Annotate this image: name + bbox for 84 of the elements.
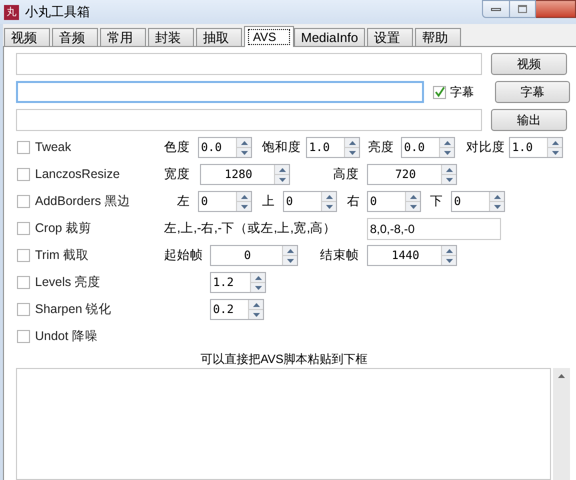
param-label: 左,上,-右,-下（或左,上,宽,高） [164, 220, 338, 238]
spin-arrows-icon [441, 165, 456, 184]
spin-box[interactable]: 0 [198, 191, 252, 212]
checkbox[interactable] [17, 222, 30, 235]
spin-box[interactable]: 0.0 [401, 137, 455, 158]
spin-box[interactable]: 0 [451, 191, 505, 212]
spin-arrows-icon [344, 138, 359, 157]
maximize-button[interactable] [510, 0, 536, 18]
filter-label: Levels 亮度 [35, 274, 101, 292]
path-field[interactable] [16, 81, 424, 103]
checkbox[interactable] [17, 330, 30, 343]
spin-box[interactable]: 1.0 [306, 137, 360, 158]
spin-arrows-icon [282, 246, 297, 265]
button[interactable]: 字幕 [494, 81, 570, 103]
param-label: 右 [347, 193, 361, 210]
checkbox[interactable] [17, 141, 30, 154]
button[interactable]: 视频 [491, 53, 567, 75]
param-label: 起始帧 [164, 247, 204, 264]
param-label: 上 [262, 193, 276, 210]
spin-box[interactable]: 0 [367, 191, 421, 212]
tab[interactable]: 音频 [52, 28, 98, 46]
spin-arrows-icon [439, 138, 454, 157]
spin-arrows-icon [236, 138, 251, 157]
checkbox[interactable] [17, 303, 30, 316]
spin-box[interactable]: 720 [367, 164, 457, 185]
spin-box[interactable]: 0.0 [198, 137, 252, 158]
checkbox[interactable] [17, 276, 30, 289]
checkbox[interactable] [17, 249, 30, 262]
filter-label: AddBorders 黑边 [35, 193, 130, 210]
spin-arrows-icon [321, 192, 336, 211]
filter-label: Sharpen 锐化 [35, 301, 112, 318]
spin-box[interactable]: 0 [283, 191, 337, 212]
scrollbar[interactable] [553, 368, 570, 480]
param-label: 高度 [333, 166, 360, 184]
spin-arrows-icon [250, 273, 265, 292]
param-label: 对比度 [466, 139, 506, 156]
tab[interactable]: 常用 [100, 28, 146, 46]
hint-text: 可以直接把AVS脚本粘贴到下框 [199, 352, 369, 367]
spin-box[interactable]: 1280 [200, 164, 290, 185]
spin-arrows-icon [405, 192, 420, 211]
scroll-up-icon[interactable] [558, 374, 566, 378]
spin-arrows-icon [236, 192, 251, 211]
spin-box[interactable]: 1.2 [210, 272, 266, 293]
filter-label: Tweak [35, 139, 72, 156]
tab[interactable]: 视频 [4, 28, 50, 46]
checkbox-label: 字幕 [450, 84, 476, 101]
param-label: 亮度 [368, 139, 395, 156]
param-label: 宽度 [164, 166, 191, 184]
filter-label: Undot 降噪 [35, 328, 98, 346]
checkbox[interactable] [17, 168, 30, 181]
spin-box[interactable]: 0.2 [210, 299, 264, 320]
window-title: 小丸工具箱 [25, 3, 90, 22]
tab[interactable]: 抽取 [196, 28, 242, 46]
button[interactable]: 输出 [491, 109, 567, 131]
tab[interactable]: MediaInfo [294, 28, 366, 46]
param-label: 饱和度 [262, 139, 302, 156]
spin-box[interactable]: 1440 [367, 245, 457, 266]
param-label: 色度 [164, 139, 191, 156]
filter-label: Trim 截取 [35, 247, 89, 264]
tab[interactable]: 封装 [148, 28, 194, 46]
spin-arrows-icon [547, 138, 562, 157]
spin-arrows-icon [489, 192, 504, 211]
path-field[interactable] [16, 53, 482, 75]
minimize-button[interactable] [482, 0, 510, 18]
tab[interactable]: 设置 [367, 28, 414, 46]
param-label: 左 [177, 193, 191, 210]
tab[interactable]: AVS [244, 26, 294, 47]
spin-arrows-icon [274, 165, 289, 184]
spin-arrows-icon [441, 246, 456, 265]
param-label: 结束帧 [320, 247, 360, 264]
param-label: 下 [430, 193, 444, 210]
filter-label: Crop 裁剪 [35, 220, 92, 238]
spin-arrows-icon [248, 300, 263, 319]
text-field[interactable]: 8,0,-8,-0 [367, 218, 501, 240]
tab[interactable]: 帮助 [415, 28, 462, 46]
spin-box[interactable]: 1.0 [509, 137, 563, 158]
close-button[interactable] [536, 0, 576, 18]
spin-box[interactable]: 0 [210, 245, 298, 266]
app-icon: 丸 [4, 4, 19, 20]
checkbox[interactable] [433, 86, 446, 98]
script-text-area[interactable] [16, 368, 552, 480]
path-field[interactable] [16, 109, 482, 131]
filter-label: LanczosResize [35, 166, 120, 184]
checkbox[interactable] [17, 195, 30, 208]
